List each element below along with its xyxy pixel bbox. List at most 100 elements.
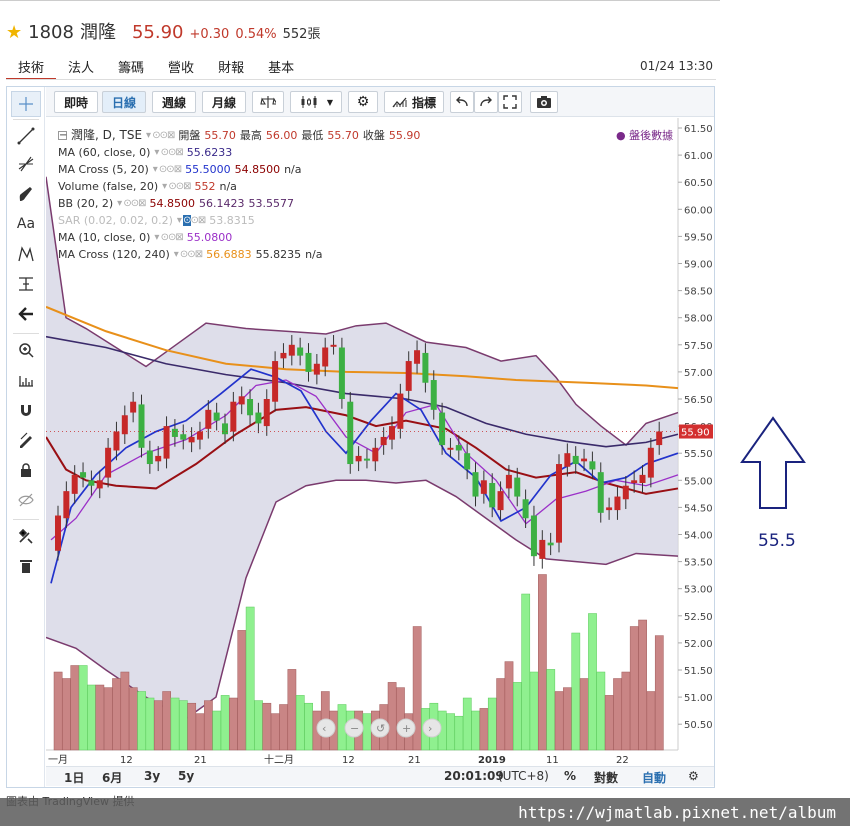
interval-daily-button[interactable]: 日線: [102, 91, 146, 113]
legend-buttons-icon[interactable]: ▾ ⊙⊙⊠: [117, 195, 146, 212]
legend-ma10-row[interactable]: MA (10, close, 0) ▾ ⊙⊙⊠ 55.0800: [58, 229, 420, 246]
drawing-mode-icon[interactable]: [11, 427, 41, 453]
price-axis-label: 61.50: [684, 124, 713, 135]
candle-body: [447, 447, 454, 450]
indicators-button[interactable]: 指標: [384, 91, 444, 113]
volume-bar: [279, 704, 288, 751]
range-5y-button[interactable]: 5y: [178, 769, 194, 783]
time-axis-label: 21: [194, 755, 207, 766]
volume-bar: [396, 687, 405, 751]
zoom-in-icon[interactable]: [11, 337, 41, 363]
legend-macross-5-20-row[interactable]: MA Cross (5, 20) ▾ ⊙⊙⊠ 55.5000 54.8500 n…: [58, 161, 420, 178]
brush-icon[interactable]: [11, 181, 41, 207]
interval-intraday-button[interactable]: 即時: [54, 91, 98, 113]
volume-bar: [621, 671, 631, 751]
timezone-label[interactable]: (UTC+8): [498, 769, 549, 783]
trend-line-icon[interactable]: [11, 123, 41, 149]
legend-macross-120-240-row[interactable]: MA Cross (120, 240) ▾ ⊙⊙⊠ 56.6883 55.823…: [58, 246, 420, 263]
fullscreen-icon[interactable]: [498, 91, 522, 113]
volume-bar: [563, 687, 572, 751]
candle-body: [497, 491, 504, 511]
candle-body: [288, 344, 295, 356]
range-1d-button[interactable]: 1日: [64, 769, 84, 786]
volume-bar: [588, 613, 597, 751]
volume-bar: [487, 697, 497, 751]
legend-ma60-row[interactable]: MA (60, close, 0) ▾ ⊙⊙⊠ 55.6233: [58, 144, 420, 161]
star-icon[interactable]: ★: [6, 22, 22, 43]
tools-icon[interactable]: [11, 523, 41, 549]
macross-5-20-value-3: n/a: [284, 163, 302, 176]
ruler-icon[interactable]: [11, 367, 41, 393]
legend-sar-row[interactable]: SAR (0.02, 0.02, 0.2) ▾ ⊙⊙⊠ 53.8315: [58, 212, 420, 229]
pattern-icon[interactable]: [11, 241, 41, 267]
price-change: +0.30: [189, 27, 230, 42]
trash-icon[interactable]: [11, 553, 41, 579]
price-axis-label: 55.00: [684, 476, 713, 487]
candle-body: [213, 412, 220, 421]
arrow-left-icon[interactable]: [11, 301, 41, 327]
magnet-icon[interactable]: [11, 397, 41, 423]
redo-icon[interactable]: [474, 91, 498, 113]
drawing-toolbar: Aa: [7, 87, 45, 787]
candle-body: [130, 401, 137, 413]
volume-bar: [128, 687, 138, 751]
interval-weekly-button[interactable]: 週線: [152, 91, 196, 113]
legend-buttons-icon[interactable]: ▾ ⊙⊙⊠: [162, 178, 191, 195]
tab-revenue[interactable]: 營收: [156, 54, 206, 80]
volume-bar: [504, 661, 514, 751]
measure-icon[interactable]: [11, 271, 41, 297]
tab-basic[interactable]: 基本: [256, 54, 306, 80]
crosshair-icon[interactable]: [11, 91, 41, 117]
camera-icon[interactable]: [530, 91, 558, 113]
candle-body: [180, 434, 187, 440]
legend-buttons-icon[interactable]: ▾ ⊙⊙⊠: [174, 246, 203, 263]
info-tabs: 技術 法人 籌碼 營收 財報 基本: [6, 54, 306, 80]
auto-scale-button[interactable]: 自動: [642, 769, 666, 786]
compare-icon[interactable]: [252, 91, 284, 113]
candle-body: [489, 483, 496, 508]
lock-icon[interactable]: [11, 457, 41, 483]
candle-body: [530, 515, 537, 557]
log-scale-button[interactable]: 對數: [594, 769, 618, 786]
price-axis-label: 53.50: [684, 558, 713, 569]
chart-style-button[interactable]: ▼: [290, 91, 342, 113]
after-hours-link[interactable]: ● 盤後數據: [616, 127, 673, 143]
interval-monthly-button[interactable]: 月線: [202, 91, 246, 113]
candle-body: [263, 399, 270, 427]
legend-buttons-icon[interactable]: ▾ ⊙⊙⊠: [153, 161, 182, 178]
legend-symbol: 潤隆, D, TSE: [71, 128, 143, 142]
settings-gear-icon[interactable]: ⚙: [348, 91, 378, 113]
tab-financials[interactable]: 財報: [206, 54, 256, 80]
range-3y-button[interactable]: 3y: [144, 769, 160, 783]
legend-buttons-icon[interactable]: ▾ ⊙⊙⊠: [146, 127, 175, 144]
legend-buttons-icon[interactable]: ▾ ⊙⊙⊠: [177, 212, 206, 229]
scale-settings-gear-icon[interactable]: ⚙: [688, 769, 699, 783]
volume-bar: [95, 684, 105, 751]
text-tool-icon[interactable]: Aa: [11, 211, 41, 237]
price-axis-label: 55.50: [684, 449, 713, 460]
volume-bar: [270, 713, 280, 751]
time-axis-label: 22: [616, 755, 629, 766]
undo-icon[interactable]: [450, 91, 474, 113]
tool-separator: [13, 119, 39, 120]
legend-bb-row[interactable]: BB (20, 2) ▾ ⊙⊙⊠ 54.8500 56.1423 53.5577: [58, 195, 420, 212]
price-axis-label: 60.50: [684, 178, 713, 189]
volume-value-1: 552: [194, 180, 216, 193]
price-axis-label: 57.00: [684, 368, 713, 379]
candle-body: [430, 380, 437, 410]
volume-bar: [604, 695, 614, 751]
candle-body: [155, 455, 162, 462]
tab-technical[interactable]: 技術: [6, 54, 57, 80]
percent-scale-button[interactable]: %: [564, 769, 576, 783]
legend-buttons-icon[interactable]: ▾ ⊙⊙⊠: [154, 229, 183, 246]
legend-buttons-icon[interactable]: ▾ ⊙⊙⊠: [154, 144, 183, 161]
tab-institutional[interactable]: 法人: [56, 54, 106, 80]
hide-icon[interactable]: [11, 487, 41, 513]
fib-icon[interactable]: [11, 151, 41, 177]
candle-body: [313, 363, 320, 375]
collapse-icon[interactable]: −: [58, 131, 67, 141]
legend-volume-row[interactable]: Volume (false, 20) ▾ ⊙⊙⊠ 552 n/a: [58, 178, 420, 195]
range-6m-button[interactable]: 6月: [102, 769, 122, 786]
tab-chips[interactable]: 籌碼: [106, 54, 156, 80]
volume-bar: [220, 695, 230, 751]
